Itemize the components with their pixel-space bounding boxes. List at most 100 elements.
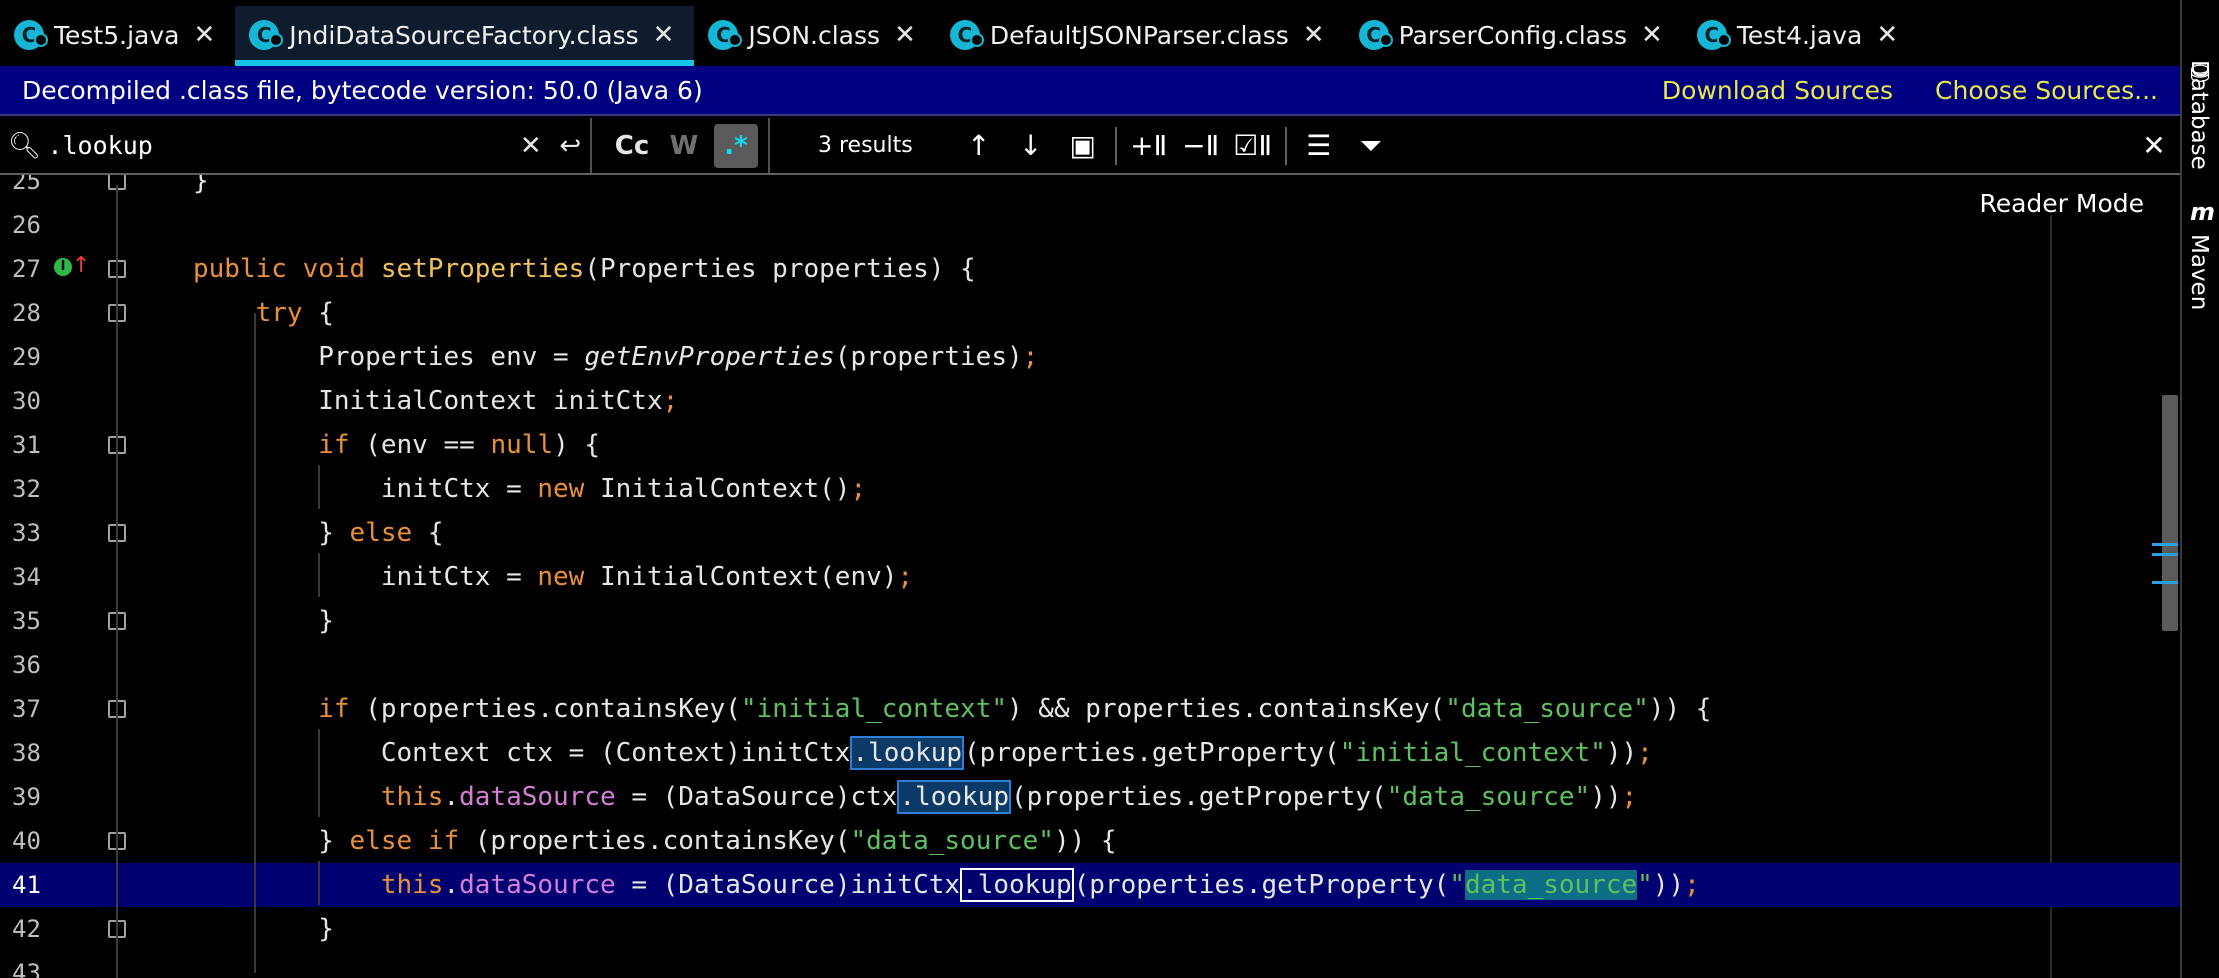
code-line: 30 InitialContext initCtx; [0, 379, 2180, 423]
code-line: 29 Properties env = getEnvProperties(pro… [0, 335, 2180, 379]
code-text: } else { [193, 518, 444, 548]
code-text: if (properties.containsKey("initial_cont… [318, 694, 1712, 724]
select-all-occurrences-icon[interactable]: ☑Ⅱ [1227, 118, 1279, 173]
previous-occurrence-icon[interactable]: ↑ [953, 118, 1005, 173]
line-number: 29 [12, 343, 41, 371]
maven-icon: m [2190, 198, 2216, 226]
close-icon[interactable]: ✕ [894, 20, 916, 50]
code-line: 33 } else { [0, 511, 2180, 555]
find-bar: 🔍︎ ✕ ↩ Cc W .* 3 results ↑ ↓ ▣ +Ⅱ −Ⅱ ☑Ⅱ … [0, 118, 2180, 175]
tab-label: ParserConfig.class [1398, 20, 1628, 50]
fold-gutter-line [116, 185, 118, 978]
tab-label: JSON.class [748, 20, 881, 50]
add-selection-icon[interactable]: +Ⅱ [1123, 118, 1175, 173]
clear-search-icon[interactable]: ✕ [511, 131, 550, 161]
close-icon[interactable]: ✕ [1641, 20, 1663, 50]
code-line: 34 initCtx = new InitialContext(env); [0, 555, 2180, 599]
next-occurrence-icon[interactable]: ↓ [1005, 118, 1057, 173]
search-input[interactable] [47, 131, 512, 160]
words-toggle[interactable]: W [662, 124, 706, 168]
indent-guide [318, 729, 320, 817]
search-match: .lookup [897, 780, 1012, 814]
filter-icon[interactable]: ⏷ [1345, 118, 1397, 173]
close-icon[interactable]: ✕ [1303, 20, 1325, 50]
line-number: 33 [12, 519, 41, 547]
code-text: Context ctx = (Context)initCtx.lookup(pr… [193, 736, 1653, 770]
code-text: } else if (properties.containsKey("data_… [193, 826, 1117, 856]
maven-tool-button[interactable]: Maven [2186, 234, 2212, 310]
code-text: InitialContext initCtx; [193, 386, 679, 416]
code-line: 31 if (env == null) { [0, 423, 2180, 467]
match-case-toggle[interactable]: Cc [610, 124, 654, 168]
java-class-icon: C [14, 20, 48, 50]
override-arrow-icon: ↑ [72, 253, 91, 278]
code-line: 43 [0, 951, 2180, 978]
decompiled-banner: Decompiled .class file, bytecode version… [0, 66, 2180, 116]
editor-tab-bar: C Test5.java ✕ C JndiDataSourceFactory.c… [0, 0, 2180, 66]
code-text: public void setProperties(Properties pro… [193, 254, 976, 284]
indent-guide [318, 861, 320, 905]
code-line: 39 this.dataSource = (DataSource)ctx.loo… [0, 775, 2180, 819]
line-number: 40 [12, 827, 41, 855]
search-history-icon[interactable]: 🔍︎ [8, 131, 47, 161]
line-number: 37 [12, 695, 41, 723]
code-line: 35 } [0, 599, 2180, 643]
java-class-icon: C [1358, 20, 1393, 50]
right-tool-strip: ⛁ Database m Maven [2180, 0, 2219, 978]
code-text: } [193, 175, 209, 196]
close-icon[interactable]: ✕ [193, 20, 215, 50]
search-result-marker[interactable] [2152, 543, 2178, 546]
java-class-icon: C [1696, 20, 1731, 50]
tab-label: DefaultJSONParser.class [989, 20, 1289, 50]
line-number: 42 [12, 915, 41, 943]
search-options-icon[interactable]: ☰ [1293, 118, 1345, 173]
line-number: 25 [12, 175, 41, 195]
search-result-marker[interactable] [2152, 581, 2178, 584]
close-icon[interactable]: ✕ [1876, 20, 1898, 50]
implements-gutter-icon[interactable]: I [54, 258, 72, 276]
tab-json-class[interactable]: C JSON.class ✕ [694, 6, 935, 64]
regex-toggle[interactable]: .* [714, 123, 758, 168]
results-count: 3 results [818, 133, 913, 158]
code-line: 40 } else if (properties.containsKey("da… [0, 819, 2180, 863]
tab-parserconfig-class[interactable]: C ParserConfig.class ✕ [1345, 6, 1683, 64]
code-line: 42 } [0, 907, 2180, 951]
current-search-match: .lookup [960, 868, 1074, 902]
code-editor[interactable]: Reader Mode 25 } 26 27 I ↑ public void s… [0, 175, 2180, 978]
line-number: 41 [12, 871, 41, 899]
choose-sources-link[interactable]: Choose Sources... [1935, 76, 2158, 105]
remove-selection-icon[interactable]: −Ⅱ [1175, 118, 1227, 173]
line-number: 26 [12, 211, 41, 239]
download-sources-link[interactable]: Download Sources [1662, 76, 1893, 105]
line-number: 34 [12, 563, 41, 591]
indent-guide [318, 465, 320, 509]
tab-defaultjsonparser-class[interactable]: C DefaultJSONParser.class ✕ [936, 6, 1345, 64]
code-line: 27 I ↑ public void setProperties(Propert… [0, 247, 2180, 291]
line-number: 43 [12, 959, 41, 978]
code-text: this.dataSource = (DataSource)initCtx.lo… [380, 868, 1700, 902]
filter-search-results-icon[interactable]: ▣ [1057, 118, 1109, 173]
new-line-icon[interactable]: ↩ [551, 131, 590, 161]
line-number: 35 [12, 607, 41, 635]
divider [1114, 126, 1117, 165]
code-text: } [193, 914, 334, 944]
code-text: Properties env = getEnvProperties(proper… [193, 342, 1039, 372]
code-line: 36 [0, 643, 2180, 687]
database-tool-button[interactable]: Database [2186, 60, 2212, 170]
tab-label: JndiDataSourceFactory.class [289, 20, 639, 50]
tab-label: Test5.java [54, 20, 180, 50]
code-text: try { [255, 298, 334, 328]
code-text: } [193, 606, 334, 636]
code-line: 32 initCtx = new InitialContext(); [0, 467, 2180, 511]
close-find-bar-icon[interactable]: ✕ [2128, 129, 2180, 162]
tab-jndidatasourcefactory-class[interactable]: C JndiDataSourceFactory.class ✕ [235, 6, 695, 66]
search-result-marker[interactable] [2152, 553, 2178, 556]
vertical-scrollbar[interactable] [2162, 395, 2178, 631]
tab-test5-java[interactable]: C Test5.java ✕ [0, 6, 235, 64]
line-number: 31 [12, 431, 41, 459]
code-text: initCtx = new InitialContext(); [193, 474, 867, 504]
code-line: 38 Context ctx = (Context)initCtx.lookup… [0, 731, 2180, 775]
close-icon[interactable]: ✕ [653, 20, 675, 50]
tab-test4-java[interactable]: C Test4.java ✕ [1683, 6, 1918, 64]
code-line: 37 if (properties.containsKey("initial_c… [0, 687, 2180, 731]
